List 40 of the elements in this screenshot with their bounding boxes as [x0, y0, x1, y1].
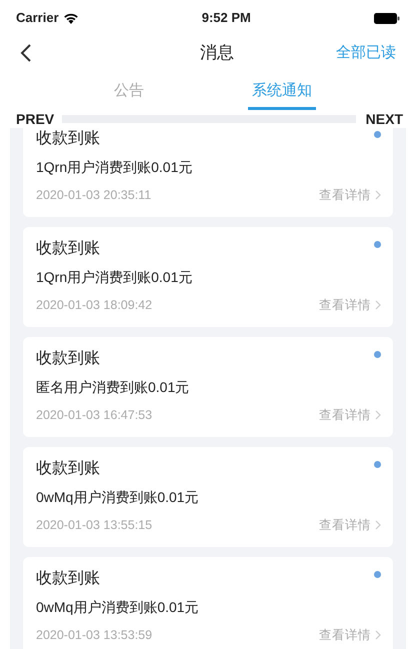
prev-button[interactable]: PREV — [0, 108, 62, 130]
page-title: 消息 — [200, 42, 234, 64]
message-body: 0wMq用户消费到账0.01元 — [36, 598, 200, 617]
chevron-right-icon — [375, 300, 381, 310]
mark-all-read-button[interactable]: 全部已读 — [336, 42, 396, 64]
message-time: 2020-01-03 13:53:59 — [36, 627, 152, 644]
message-body: 1Qrn用户消费到账0.01元 — [36, 158, 194, 177]
clock-label: 9:52 PM — [202, 9, 251, 28]
view-details-link[interactable]: 查看详情 — [319, 626, 381, 644]
message-body: 1Qrn用户消费到账0.01元 — [36, 268, 194, 287]
view-details-link[interactable]: 查看详情 — [319, 296, 381, 314]
message-title: 收款到账 — [36, 569, 100, 589]
tab[interactable]: 系统通知 — [248, 74, 316, 110]
message-card[interactable]: 收款到账 1Qrn用户消费到账0.01元 2020-01-03 20:35:11 查看详情 — [23, 128, 393, 217]
battery-icon — [374, 12, 400, 24]
tab[interactable]: 公告 — [110, 74, 148, 110]
view-details-link[interactable]: 查看详情 — [319, 516, 381, 534]
message-card[interactable]: 收款到账 0wMq用户消费到账0.01元 2020-01-03 13:53:59 查看详情 — [23, 557, 393, 649]
carrier-label: Carrier — [16, 9, 59, 28]
wifi-icon — [62, 12, 79, 24]
message-time: 2020-01-03 16:47:53 — [36, 407, 152, 424]
message-body: 0wMq用户消费到账0.01元 — [36, 488, 200, 507]
next-button[interactable]: NEXT — [356, 108, 416, 130]
view-details-link[interactable]: 查看详情 — [319, 406, 381, 424]
message-card[interactable]: 收款到账 0wMq用户消费到账0.01元 2020-01-03 13:55:15 查看详情 — [23, 447, 393, 547]
chevron-right-icon — [375, 410, 381, 420]
message-card[interactable]: 收款到账 1Qrn用户消费到账0.01元 2020-01-03 18:09:42 查看详情 — [23, 227, 393, 327]
message-card[interactable]: 收款到账 匿名用户消费到账0.01元 2020-01-03 16:47:53 查看详情 — [23, 337, 393, 437]
message-title: 收款到账 — [36, 459, 100, 479]
message-time: 2020-01-03 20:35:11 — [36, 187, 152, 204]
chevron-right-icon — [375, 630, 381, 640]
message-title: 收款到账 — [36, 129, 100, 149]
message-body: 匿名用户消费到账0.01元 — [36, 378, 190, 397]
message-title: 收款到账 — [36, 349, 100, 369]
message-time: 2020-01-03 18:09:42 — [36, 297, 152, 314]
chevron-right-icon — [375, 190, 381, 200]
message-time: 2020-01-03 13:55:15 — [36, 517, 152, 534]
message-title: 收款到账 — [36, 239, 100, 259]
chevron-right-icon — [375, 520, 381, 530]
view-details-link[interactable]: 查看详情 — [319, 186, 381, 204]
